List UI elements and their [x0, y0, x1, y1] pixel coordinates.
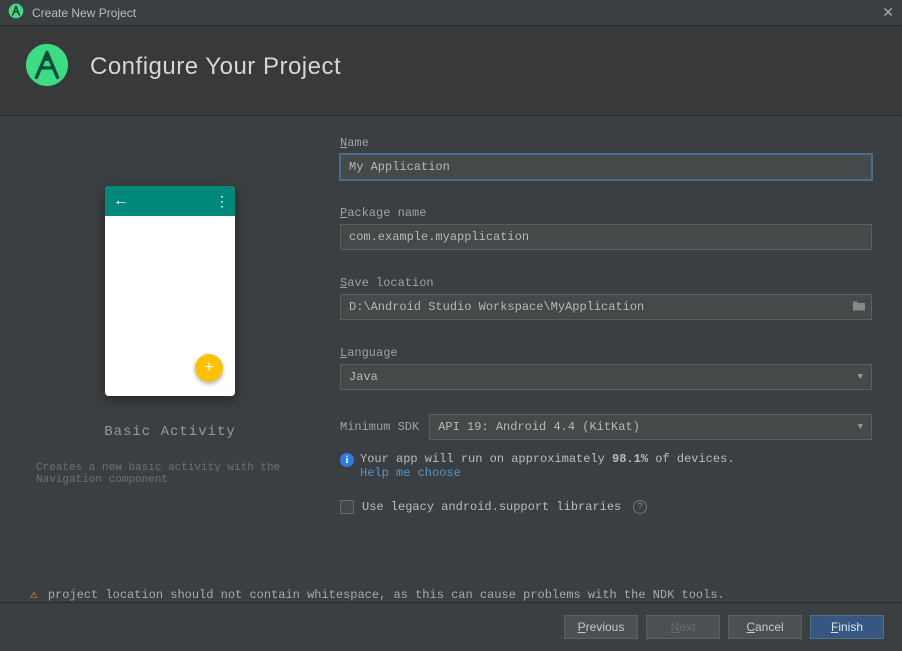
warning-row: ⚠ project location should not contain wh… [0, 577, 902, 602]
title-bar: Create New Project ✕ [0, 0, 902, 26]
info-icon: i [340, 453, 354, 467]
legacy-support-checkbox[interactable] [340, 500, 354, 514]
warning-icon: ⚠ [30, 587, 38, 602]
android-studio-logo-icon [24, 42, 70, 91]
language-field: Language Java ▼ [340, 346, 872, 390]
template-name: Basic Activity [104, 424, 236, 440]
chevron-down-icon: ▼ [858, 372, 863, 382]
chevron-down-icon: ▼ [858, 422, 863, 432]
name-label: Name [340, 136, 872, 150]
sdk-info-text: Your app will run on approximately 98.1%… [360, 452, 734, 480]
name-field: Name [340, 136, 872, 180]
minimum-sdk-label: Minimum SDK [340, 420, 419, 434]
minimum-sdk-field: Minimum SDK API 19: Android 4.4 (KitKat)… [340, 414, 872, 440]
language-select[interactable]: Java ▼ [340, 364, 872, 390]
next-button: Next [646, 615, 720, 639]
sdk-info: i Your app will run on approximately 98.… [340, 452, 872, 480]
folder-browse-icon[interactable] [852, 300, 866, 315]
fab-icon: + [195, 354, 223, 382]
legacy-support-label: Use legacy android.support libraries [362, 500, 621, 514]
save-location-input[interactable] [340, 294, 872, 320]
wizard-footer: Previous Next Cancel Finish [0, 602, 902, 651]
help-me-choose-link[interactable]: Help me choose [360, 466, 461, 480]
legacy-support-row: Use legacy android.support libraries ? [340, 500, 872, 514]
warning-text: project location should not contain whit… [48, 588, 725, 602]
back-arrow-icon: ← [113, 192, 129, 210]
language-label: Language [340, 346, 872, 360]
wizard-body: ← ⋮ + Basic Activity Creates a new basic… [0, 116, 902, 577]
save-location-field: Save location [340, 276, 872, 320]
window-title: Create New Project [32, 6, 136, 20]
package-label: Package name [340, 206, 872, 220]
template-description: Creates a new basic activity with the Na… [30, 462, 310, 486]
language-value: Java [349, 370, 378, 384]
minimum-sdk-value: API 19: Android 4.4 (KitKat) [438, 420, 640, 434]
finish-button[interactable]: Finish [810, 615, 884, 639]
template-preview-column: ← ⋮ + Basic Activity Creates a new basic… [30, 136, 310, 577]
previous-button[interactable]: Previous [564, 615, 638, 639]
cancel-button[interactable]: Cancel [728, 615, 802, 639]
package-field: Package name [340, 206, 872, 250]
page-title: Configure Your Project [90, 53, 341, 81]
save-location-label: Save location [340, 276, 872, 290]
name-input[interactable] [340, 154, 872, 180]
package-input[interactable] [340, 224, 872, 250]
phone-preview: ← ⋮ + [105, 186, 235, 396]
preview-appbar: ← ⋮ [105, 186, 235, 216]
close-icon[interactable]: ✕ [882, 4, 894, 21]
preview-body: + [105, 216, 235, 396]
more-vert-icon: ⋮ [215, 193, 227, 210]
android-studio-icon [8, 3, 24, 22]
wizard-header: Configure Your Project [0, 26, 902, 116]
form-column: Name Package name Save location Language… [340, 136, 872, 577]
help-icon[interactable]: ? [633, 500, 647, 514]
minimum-sdk-select[interactable]: API 19: Android 4.4 (KitKat) ▼ [429, 414, 872, 440]
